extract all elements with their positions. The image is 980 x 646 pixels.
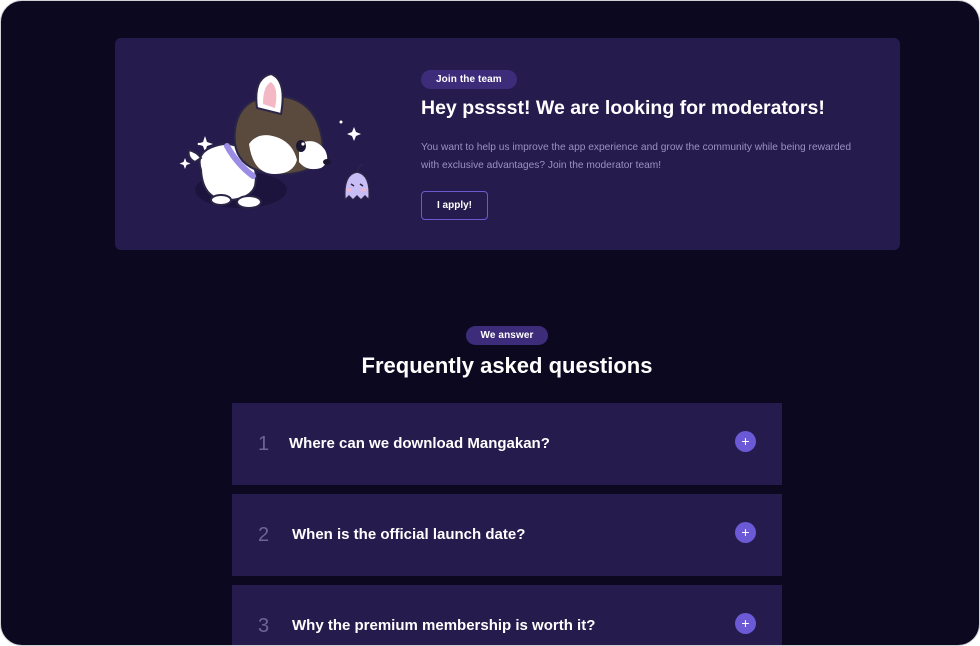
faq-item-number: 3 [258, 615, 270, 637]
we-answer-badge: We answer [465, 326, 549, 345]
faq-item-download[interactable]: 1 Where can we download Mangakan? + [232, 403, 782, 485]
faq-item-launch-date[interactable]: 2 When is the official launch date? + [232, 494, 782, 576]
page-frame: Join the team Hey psssst! We are looking… [0, 0, 980, 646]
faq-header: We answer Frequently asked questions [1, 325, 979, 379]
plus-icon[interactable]: + [735, 613, 756, 634]
dog-mascot-illustration [179, 74, 370, 209]
plus-icon[interactable]: + [735, 431, 756, 452]
faq-item-question: Where can we download Mangakan? [289, 435, 550, 452]
banner-title: Hey psssst! We are looking for moderator… [421, 97, 825, 119]
faq-item-question: Why the premium membership is worth it? [292, 617, 596, 634]
faq-item-question: When is the official launch date? [292, 526, 526, 543]
banner-description: You want to help us improve the app expe… [421, 142, 852, 171]
faq-title: Frequently asked questions [361, 353, 653, 378]
apply-button[interactable]: I apply! [421, 191, 489, 220]
join-team-badge: Join the team [421, 70, 517, 89]
banner-content: Join the team Hey psssst! We are looking… [421, 69, 861, 220]
moderator-recruitment-banner: Join the team Hey psssst! We are looking… [115, 38, 900, 250]
faq-item-number: 2 [258, 524, 270, 546]
ghost-mascot-icon [344, 163, 370, 202]
plus-icon[interactable]: + [735, 522, 756, 543]
faq-item-number: 1 [258, 433, 270, 455]
faq-item-premium[interactable]: 3 Why the premium membership is worth it… [232, 585, 782, 645]
